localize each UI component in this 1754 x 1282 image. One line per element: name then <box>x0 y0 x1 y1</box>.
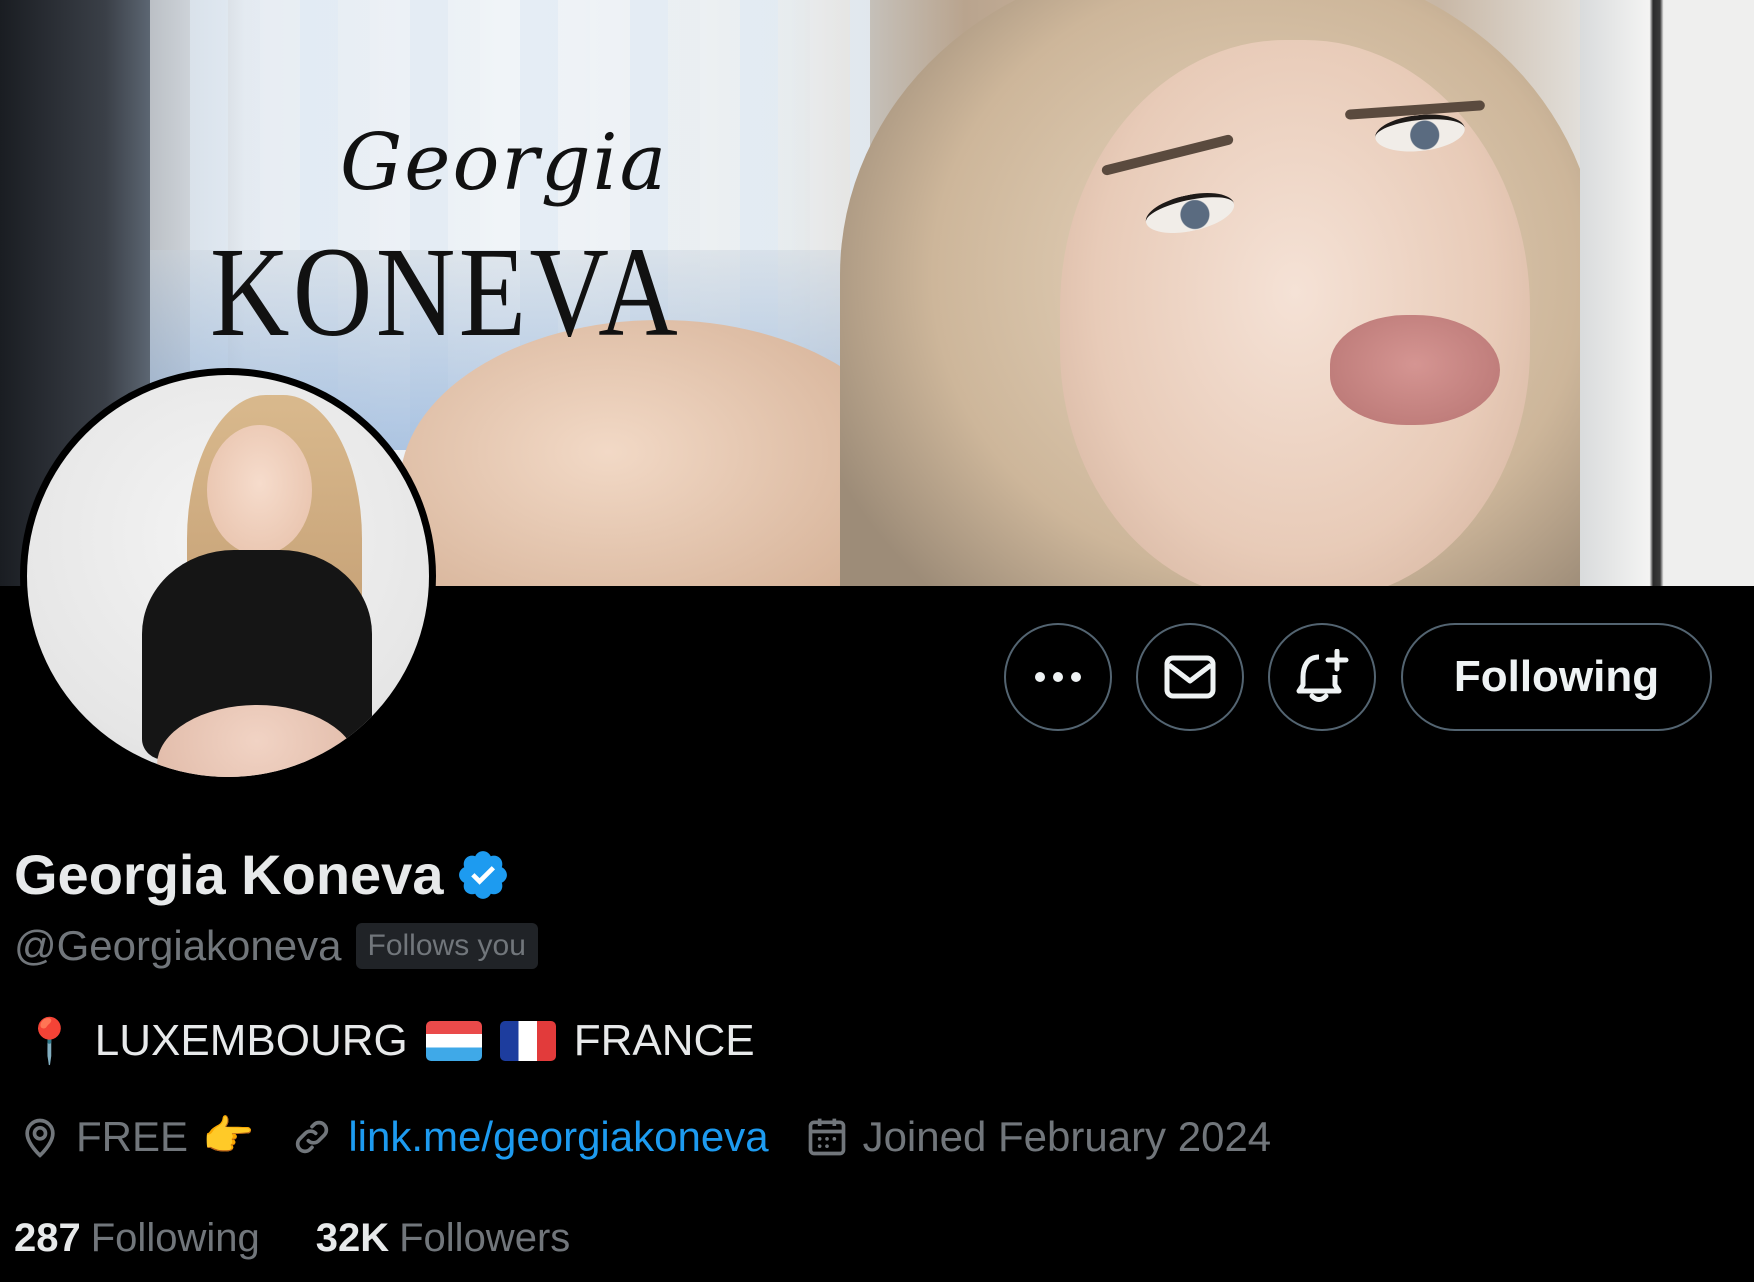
followers-count: 32K <box>315 1216 390 1260</box>
bell-plus-icon <box>1296 649 1349 702</box>
more-button[interactable] <box>1004 623 1112 731</box>
calendar-icon <box>808 1118 845 1155</box>
following-count-link[interactable]: 287 Following <box>14 1216 260 1261</box>
bio: 📍 LUXEMBOURG FRANCE <box>22 1015 755 1067</box>
location-item: FREE 👉 <box>18 1112 254 1161</box>
location-text: FREE <box>76 1112 189 1160</box>
follow-stats: 287 Following 32K Followers <box>14 1216 626 1261</box>
pointing-hand-emoji: 👉 <box>202 1112 255 1159</box>
message-button[interactable] <box>1136 623 1244 731</box>
website-item: link.me/georgiakoneva <box>290 1113 769 1161</box>
banner-logo-script: Georgia <box>340 118 669 208</box>
bio-text-country-2: FRANCE <box>573 1016 755 1065</box>
avatar[interactable] <box>20 368 436 784</box>
joined-item: Joined February 2024 <box>805 1112 1272 1161</box>
profile-meta-row: FREE 👉 link.me/georgiakoneva Joined Febr… <box>18 1112 1307 1161</box>
pin-emoji: 📍 <box>22 1017 77 1066</box>
banner-curtain <box>1580 0 1754 586</box>
banner-lips <box>1330 315 1500 425</box>
location-pin-icon <box>25 1118 55 1158</box>
following-label: Following <box>90 1216 260 1260</box>
avatar-face <box>207 425 312 555</box>
handle-row: @Georgiakoneva Follows you <box>14 922 538 970</box>
follows-you-badge: Follows you <box>355 923 538 969</box>
banner-logo-word: KONEVA <box>210 221 682 363</box>
bio-text-country-1: LUXEMBOURG <box>94 1016 408 1065</box>
avatar-photo <box>27 375 429 777</box>
followers-label: Followers <box>399 1216 571 1260</box>
verified-badge-icon[interactable] <box>455 847 511 903</box>
joined-text: Joined February 2024 <box>862 1112 1272 1160</box>
france-flag-icon <box>499 1021 556 1061</box>
profile-name-row: Georgia Koneva <box>14 842 511 907</box>
envelope-icon <box>1164 655 1216 699</box>
following-button[interactable]: Following <box>1401 623 1712 731</box>
notify-button[interactable] <box>1268 623 1376 731</box>
more-icon <box>1035 672 1081 682</box>
link-icon <box>296 1120 329 1153</box>
handle: @Georgiakoneva <box>14 922 342 969</box>
display-name: Georgia Koneva <box>14 843 444 906</box>
website-link[interactable]: link.me/georgiakoneva <box>348 1113 768 1161</box>
followers-count-link[interactable]: 32K Followers <box>316 1216 571 1261</box>
luxembourg-flag-icon <box>425 1021 482 1061</box>
following-count: 287 <box>14 1216 81 1260</box>
